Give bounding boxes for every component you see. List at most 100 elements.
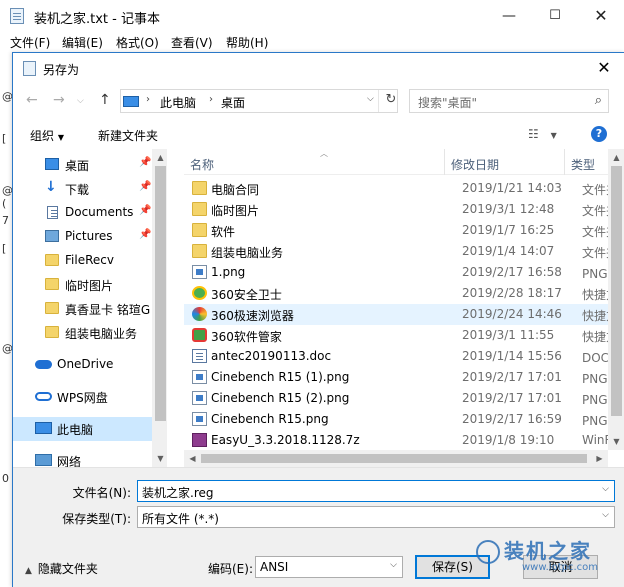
- file-row[interactable]: 软件 2019/1/7 16:25 文件夹: [184, 220, 618, 241]
- file-row[interactable]: Cinebench R15.png 2019/2/17 16:59 PNG 文: [184, 409, 623, 430]
- file-date: 2019/2/17 17:01: [462, 391, 562, 405]
- nav-item-downloads[interactable]: ↓ 下载 📌: [13, 177, 153, 201]
- dropdown-arrow-icon[interactable]: ⌵: [602, 484, 609, 494]
- scroll-left-icon[interactable]: ◀: [184, 450, 201, 467]
- 360-manager-icon: [192, 328, 207, 342]
- dialog-close-button[interactable]: ✕: [584, 53, 624, 83]
- menu-file[interactable]: 文件(F): [10, 34, 50, 51]
- file-hscrollbar[interactable]: ◀ ▶: [184, 450, 608, 467]
- file-date: 2019/1/8 19:10: [462, 433, 555, 447]
- nav-scroll-thumb[interactable]: [155, 166, 166, 421]
- column-type[interactable]: 类型: [571, 156, 595, 173]
- file-scroll-thumb[interactable]: [611, 166, 622, 416]
- address-bar[interactable]: › 此电脑 › 桌面 ⌵ ↻: [120, 89, 398, 113]
- breadcrumb-root[interactable]: 此电脑: [160, 94, 196, 111]
- file-row[interactable]: EasyU_3.3.2018.1128.7z 2019/1/8 19:10 WinR…: [184, 430, 621, 451]
- view-options-icon[interactable]: ☷ ▼: [528, 127, 557, 141]
- chevron-right-icon[interactable]: ›: [146, 94, 150, 105]
- nav-item-pictures[interactable]: Pictures 📌: [13, 225, 153, 249]
- file-row[interactable]: Cinebench R15 (2).png 2019/2/17 17:01 PNG …: [184, 388, 623, 409]
- nav-item-label: 下载: [65, 183, 90, 197]
- search-box[interactable]: 搜索"桌面" ⌕: [409, 89, 609, 113]
- nav-scrollbar[interactable]: ▲ ▼: [152, 149, 167, 467]
- nav-item-pc-business[interactable]: 组装电脑业务: [13, 321, 153, 345]
- column-divider[interactable]: [444, 149, 445, 175]
- pin-icon: 📌: [139, 229, 152, 240]
- edge-char: [: [2, 132, 7, 145]
- edge-char: 0: [2, 472, 9, 485]
- menu-format[interactable]: 格式(O): [116, 34, 159, 51]
- menu-help[interactable]: 帮助(H): [226, 34, 268, 51]
- up-arrow-icon[interactable]: ↑: [99, 92, 111, 108]
- back-arrow-icon[interactable]: ←: [26, 92, 38, 108]
- filename-input[interactable]: 装机之家.reg ⌵: [137, 480, 615, 502]
- scroll-down-icon[interactable]: ▼: [608, 433, 624, 450]
- nav-item-network[interactable]: 网络: [13, 449, 153, 467]
- close-button[interactable]: ✕: [578, 0, 624, 32]
- recent-dropdown-icon[interactable]: ⌵: [77, 96, 84, 106]
- file-row[interactable]: 临时图片 2019/3/1 12:48 文件夹: [184, 199, 618, 220]
- nav-item-desktop[interactable]: 桌面 📌: [13, 153, 153, 177]
- maximize-button[interactable]: ☐: [532, 0, 578, 32]
- network-icon: [35, 454, 52, 466]
- file-row[interactable]: 360安全卫士 2019/2/28 18:17 快捷方: [184, 283, 618, 304]
- minimize-button[interactable]: —: [486, 0, 532, 32]
- nav-item-label: WPS网盘: [57, 391, 108, 405]
- organize-menu[interactable]: 组织 ▼: [30, 127, 64, 144]
- hide-folders-toggle[interactable]: ▲ 隐藏文件夹: [25, 560, 98, 577]
- 360-browser-icon: [192, 307, 207, 321]
- search-icon[interactable]: ⌕: [595, 93, 602, 108]
- folder-icon: [45, 302, 59, 314]
- forward-arrow-icon[interactable]: →: [53, 92, 65, 108]
- file-row[interactable]: 1.png 2019/2/17 16:58 PNG 文: [184, 262, 623, 283]
- hide-folders-label: 隐藏文件夹: [37, 562, 98, 576]
- column-divider[interactable]: [564, 149, 565, 175]
- organize-label: 组织: [30, 129, 55, 143]
- nav-item-onedrive[interactable]: OneDrive: [13, 353, 153, 377]
- menu-view[interactable]: 查看(V): [171, 34, 213, 51]
- nav-item-label: Documents: [65, 205, 134, 219]
- onedrive-icon: [35, 360, 52, 369]
- download-icon: ↓: [45, 179, 57, 195]
- refresh-icon[interactable]: ↻: [383, 92, 399, 110]
- file-scrollbar[interactable]: ▲ ▼: [608, 149, 624, 450]
- file-row[interactable]: 360软件管家 2019/3/1 11:55 快捷方: [184, 325, 618, 346]
- help-icon[interactable]: ?: [591, 126, 607, 142]
- file-name: 软件: [211, 225, 236, 239]
- filetype-value: 所有文件 (*.*): [142, 512, 219, 526]
- encoding-select[interactable]: ANSI ⌵: [255, 556, 403, 578]
- menu-edit[interactable]: 编辑(E): [62, 34, 103, 51]
- archive-icon: [192, 433, 207, 447]
- scroll-up-icon[interactable]: ▲: [608, 149, 624, 166]
- breadcrumb-current[interactable]: 桌面: [221, 94, 245, 111]
- pictures-icon: [45, 230, 59, 242]
- notepad-icon: [10, 8, 24, 24]
- file-row[interactable]: 电脑合同 2019/1/21 14:03 文件夹: [184, 178, 618, 199]
- scroll-right-icon[interactable]: ▶: [591, 450, 608, 467]
- file-name: 电脑合同: [211, 183, 260, 197]
- nav-item-documents[interactable]: Documents 📌: [13, 201, 153, 225]
- file-row[interactable]: 360极速浏览器 2019/2/24 14:46 快捷方: [184, 304, 618, 325]
- nav-item-temp-pictures[interactable]: 临时图片: [13, 273, 153, 297]
- column-name[interactable]: 名称: [190, 156, 214, 173]
- chevron-right-icon[interactable]: ›: [209, 94, 213, 105]
- nav-item-filerecv[interactable]: FileRecv: [13, 249, 153, 273]
- address-dropdown-icon[interactable]: ⌵: [367, 94, 374, 104]
- column-headers: ︿ 名称 修改日期 类型: [184, 149, 624, 175]
- nav-item-wps-cloud[interactable]: WPS网盘: [13, 385, 153, 409]
- new-folder-button[interactable]: 新建文件夹: [98, 127, 158, 144]
- file-hscroll-thumb[interactable]: [201, 454, 587, 463]
- nav-item-label: 网络: [57, 455, 82, 467]
- nav-item-gpu-folder[interactable]: 真香显卡 铭瑄G: [13, 297, 153, 321]
- scroll-down-icon[interactable]: ▼: [152, 450, 167, 467]
- file-row[interactable]: antec20190113.doc 2019/1/14 15:56 DOC 文: [184, 346, 624, 367]
- watermark-logo: 装机之家 www.lotpc.com: [476, 530, 624, 587]
- nav-item-this-pc[interactable]: 此电脑: [13, 417, 153, 441]
- file-row[interactable]: Cinebench R15 (1).png 2019/2/17 17:01 PNG …: [184, 367, 623, 388]
- pc-icon: [35, 422, 52, 434]
- filetype-select[interactable]: 所有文件 (*.*) ⌵: [137, 506, 615, 528]
- column-date[interactable]: 修改日期: [451, 156, 499, 173]
- filetype-label: 保存类型(T):: [62, 512, 131, 526]
- file-row[interactable]: 组装电脑业务 2019/1/4 14:07 文件夹: [184, 241, 618, 262]
- scroll-up-icon[interactable]: ▲: [152, 149, 167, 166]
